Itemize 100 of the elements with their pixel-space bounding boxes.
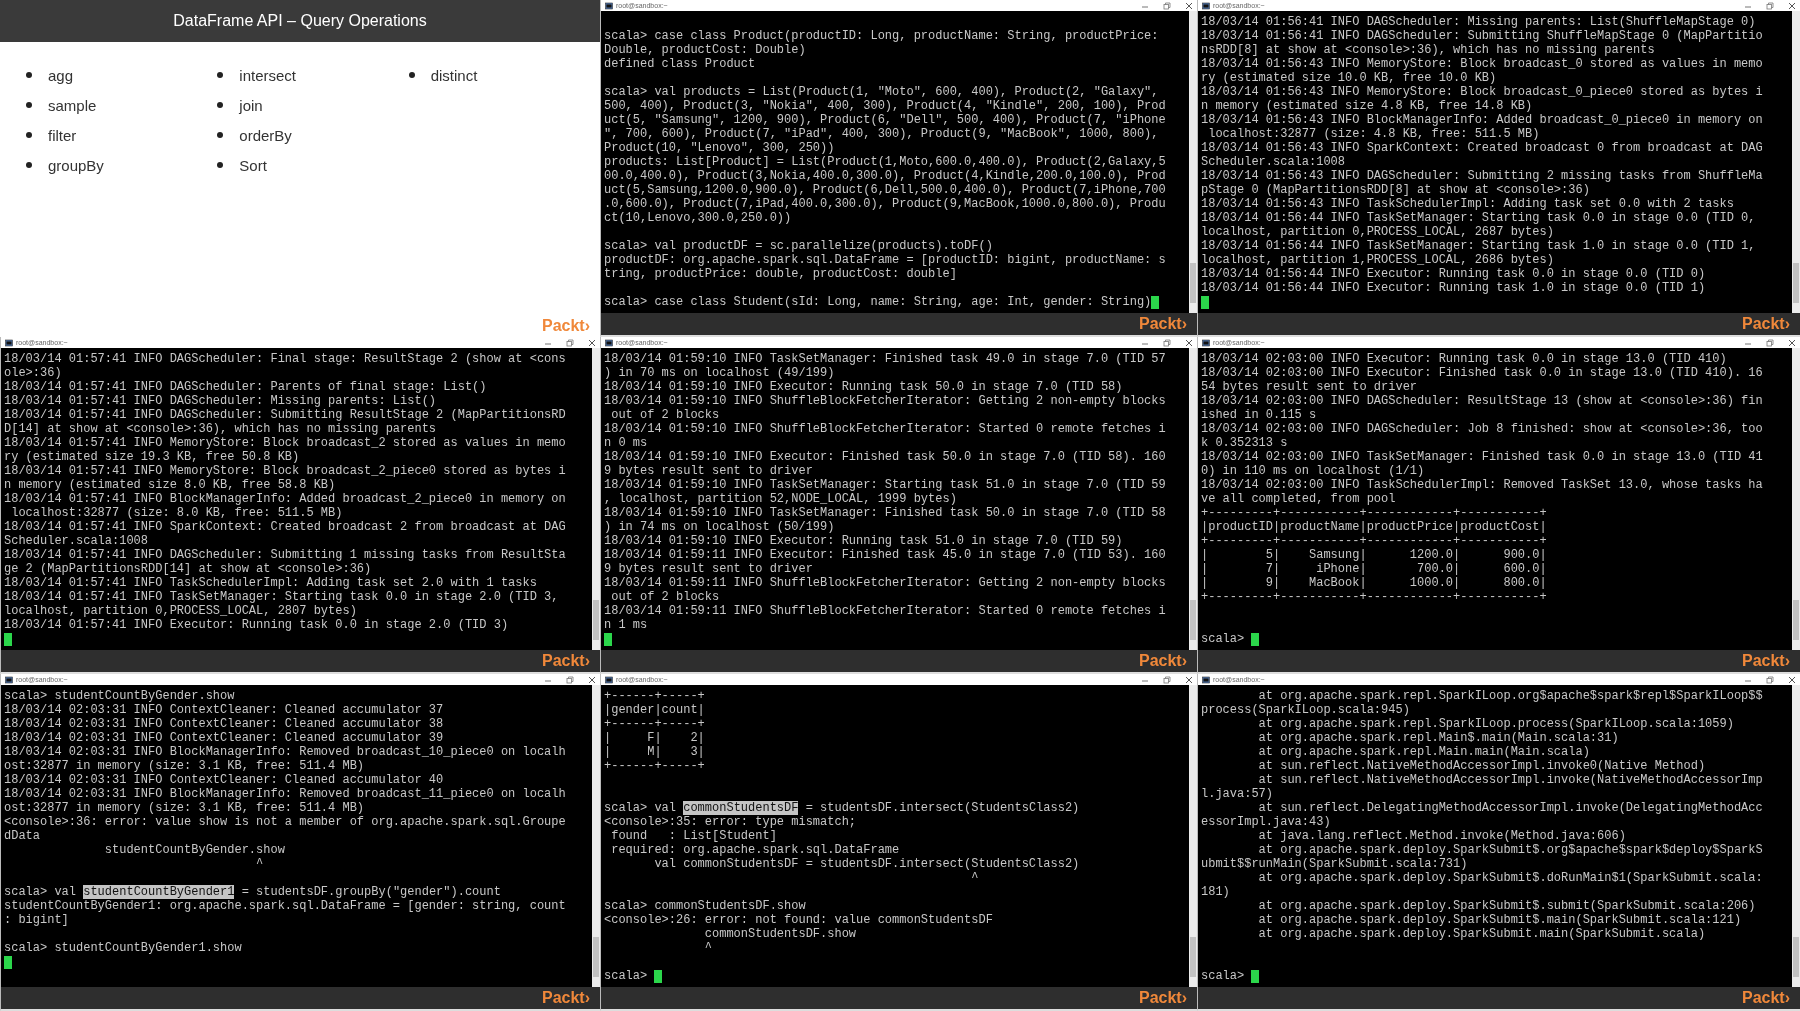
bullet-icon [26,162,32,168]
bullet-icon [217,72,224,78]
restore-icon[interactable] [1163,338,1171,347]
terminal-line: at org.apache.spark.deploy.SparkSubmit$.org$apache$spark$deploy$SparkS [1257,843,1763,857]
terminal-line: ge 2 (MapPartitionsRDD[14] at show at <console>:36) [4,562,372,576]
terminal-line: 18/03/14 01:56:41 INFO DAGScheduler: Submitting ShuffleMapStage 0 (MapPartitio [1201,29,1763,43]
terminal-line: 18/03/14 02:03:31 INFO BlockManagerInfo: Removed broadcast_10_piece0 on localh [4,745,566,759]
close-icon[interactable] [588,338,596,347]
terminal-line: scala> studentCountByGender1.show [4,941,242,955]
terminal-line: 18/03/14 01:57:41 INFO DAGScheduler: Submitting 1 missing tasks from ResultSta [4,548,566,562]
bullet-text: intersect [239,66,297,84]
terminal-line: 18/03/14 01:57:41 INFO Executor: Running task 0.0 in stage 2.0 (TID 3) [4,618,509,632]
terminal-line: studentCountByGender.show [103,843,285,857]
bullet-text: distinct [430,66,478,84]
terminal-line: +------+-----+ [604,689,705,703]
terminal-line: scala> val productDF = sc.parallelize(products).toDF() [604,239,993,253]
terminal-line: at org.apache.spark.repl.SparkILoop.org$apache$spark$repl$SparkILoop$$ [1257,689,1763,703]
packt-logo: Packt› [1741,989,1790,1007]
terminal-line: D[14] at show at <console>:36), which has no missing parents [4,422,437,436]
scrollbar[interactable] [592,685,600,987]
scrollbar[interactable] [1189,348,1197,650]
close-icon[interactable] [1185,338,1193,347]
terminal-line: 18/03/14 01:59:11 INFO ShuffleBlockFetcherIterator: Started 0 remote fetches i [604,604,1166,618]
terminal-line: ", 700, 600), Product(7, "iPad", 400, 300), Product(9, "MacBook", 1000, 800), [604,127,1159,141]
terminal-line: at org.apache.spark.repl.Main.main(Main.scala) [1257,745,1590,759]
packt-logo: Packt› [1138,652,1187,670]
terminal-line: 18/03/14 02:03:00 INFO TaskSetManager: Finished task 0.0 in stage 13.0 (TID 41 [1201,450,1763,464]
terminal-icon [1202,1,1210,10]
terminal-line: n memory (estimated size 8.0 KB, free 58.8 KB) [4,478,336,492]
scrollbar[interactable] [1189,685,1197,987]
bullet-text: groupBy [48,156,104,174]
terminal-line: 18/03/14 01:59:10 INFO Executor: Running task 50.0 in stage 7.0 (TID 58) [604,380,1123,394]
terminal-line: , localhost, partition 52,NODE_LOCAL, 1999 bytes) [604,492,957,506]
terminal-line: out of 2 blocks [610,590,720,604]
scrollbar[interactable] [1189,11,1197,313]
restore-icon[interactable] [1766,1,1774,10]
close-icon[interactable] [1788,675,1796,684]
terminal-line: scala> studentCountByGender.show [4,689,235,703]
terminal-line: uct(5, "Samsung", 1200, 900), Product(6, "Dell", 500, 400), Product(7, "iPhone [604,113,1166,127]
terminal-line: 18/03/14 02:03:00 INFO TaskSchedulerImpl: Removed TaskSet 13.0, whose tasks ha [1201,478,1763,492]
terminal-line: Product(10, "Lenovo", 300, 250)) [604,141,835,155]
terminal-line: 18/03/14 01:56:44 INFO Executor: Running task 0.0 in stage 0.0 (TID 0) [1201,267,1706,281]
terminal-line: ve all completed, from pool [1201,492,1396,506]
terminal-line: 18/03/14 02:03:00 INFO Executor: Finished task 0.0 in stage 13.0 (TID 410). 16 [1201,366,1763,380]
close-icon[interactable] [1185,1,1193,10]
terminal-line: localhost, partition 0,PROCESS_LOCAL, 2687 bytes) [1201,225,1554,239]
close-icon[interactable] [1788,338,1796,347]
terminal-line: 18/03/14 01:56:44 INFO TaskSetManager: Starting task 0.0 in stage 0.0 (TID 0, [1201,211,1756,225]
scrollbar[interactable] [1792,11,1800,313]
packt-logo: Packt› [541,317,590,335]
terminal-line: ^ [255,857,264,871]
terminal-line: ry (estimated size 19.3 KB, free 50.8 KB) [4,450,300,464]
terminal-line: 18/03/14 01:57:41 INFO SparkContext: Created broadcast 2 from broadcast at DAG [4,520,566,534]
scrollbar[interactable] [1792,348,1800,650]
packt-logo: Packt› [541,989,590,1007]
close-icon[interactable] [1788,1,1796,10]
terminal-line: 18/03/14 01:56:43 INFO DAGScheduler: Submitting 2 missing tasks from ShuffleMa [1201,169,1763,183]
terminal-line: 18/03/14 01:56:41 INFO DAGScheduler: Missing parents: List(ShuffleMapStage 0) [1201,15,1756,29]
restore-icon[interactable] [1163,675,1171,684]
terminal-line: scala> commonStudentsDF.show [604,899,806,913]
restore-icon[interactable] [566,675,574,684]
terminal-line: ^ [703,941,713,955]
terminal-line: scala> [604,969,649,983]
terminal-line: 18/03/14 02:03:00 INFO DAGScheduler: ResultStage 13 (show at <console>:36) fin [1201,394,1763,408]
bullet-text: join [239,96,263,114]
terminal-line: 18/03/14 02:03:31 INFO ContextCleaner: Cleaned accumulator 37 [4,703,444,717]
selected-text: commonStudentsDF [683,801,799,815]
terminal-line: <console>:36: error: value show is not a member of org.apache.spark.sql.Groupe [4,815,566,829]
close-icon[interactable] [588,675,596,684]
bullet-text: filter [48,126,77,144]
terminal-line: 18/03/14 02:03:31 INFO BlockManagerInfo: Removed broadcast_11_piece0 on localh [4,787,566,801]
close-icon[interactable] [1185,675,1193,684]
terminal-line: val commonStudentsDF = studentsDF.intersect(StudentsClass2) [653,857,1080,871]
bullet-icon [217,132,224,138]
terminal-line: 18/03/14 01:59:10 INFO Executor: Running task 51.0 in stage 7.0 (TID 59) [604,534,1123,548]
terminal-text: = studentsDF.intersect(StudentsClass2) [804,801,1080,815]
terminal-line: at sun.reflect.NativeMethodAccessorImpl.invoke(NativeMethodAccessorImp [1257,773,1763,787]
terminal-line: +---------+-----------+------------+-----------+ [1201,534,1547,548]
terminal-line: at org.apache.spark.deploy.SparkSubmit$.main(SparkSubmit.scala:121) [1257,913,1742,927]
restore-icon[interactable] [566,338,574,347]
terminal-line: 18/03/14 01:59:11 INFO Executor: Finished task 45.0 in stage 7.0 (TID 53). 160 [604,548,1166,562]
restore-icon[interactable] [1766,675,1774,684]
scrollbar[interactable] [1792,685,1800,987]
terminal-line: <console>:35: error: type mismatch; [604,815,857,829]
terminal-line: scala> [1201,632,1246,646]
terminal-line: 18/03/14 02:03:31 INFO ContextCleaner: Cleaned accumulator 38 [4,717,444,731]
terminal-line: 54 bytes result sent to driver [1201,380,1418,394]
bullet-text: sample [48,96,97,114]
terminal-line: Scheduler.scala:1008 [1201,155,1346,169]
terminal-line: scala> case class Product(productID: Long, productName: String, productPrice: [604,29,1159,43]
terminal-icon [605,1,613,10]
terminal-line: |productID|productName|productPrice|productCost| [1201,520,1547,534]
terminal-line: at org.apache.spark.deploy.SparkSubmit$.submit(SparkSubmit.scala:206) [1257,899,1756,913]
restore-icon[interactable] [1766,338,1774,347]
terminal-line: 0) in 110 ms on localhost (1/1) [1201,464,1425,478]
scrollbar[interactable] [592,348,600,650]
terminal-line: scala> val products = List(Product(1, "Moto", 600, 400), Product(2, "Galaxy", [604,85,1159,99]
terminal-line: ubmit$$runMain(SparkSubmit.scala:731) [1201,857,1468,871]
terminal-text: scala> val [4,885,77,899]
restore-icon[interactable] [1163,1,1171,10]
